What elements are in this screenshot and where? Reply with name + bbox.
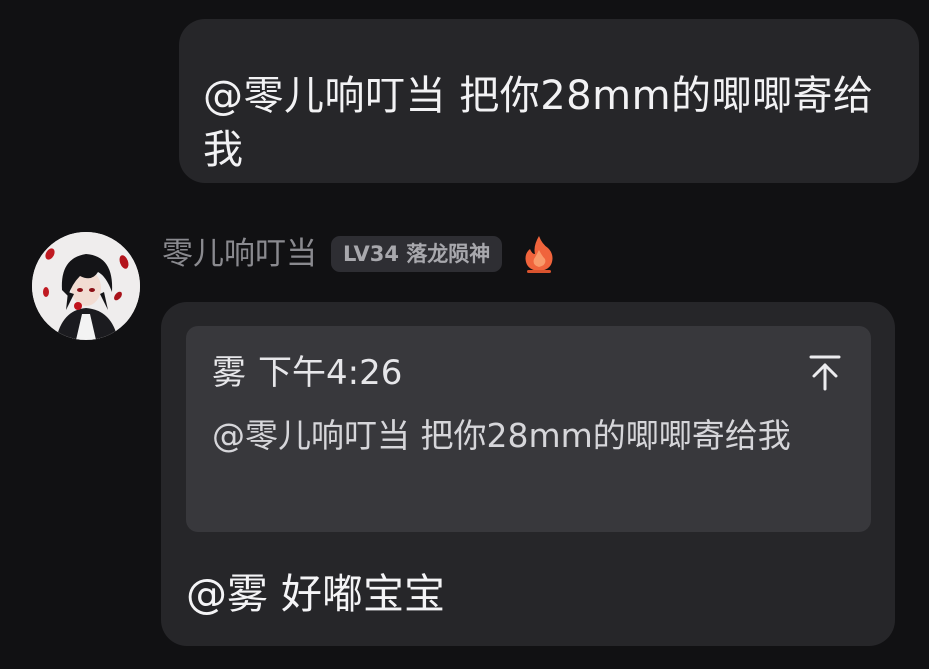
reply-text: @雾 好嘟宝宝	[186, 570, 446, 618]
jump-to-top-icon[interactable]	[808, 354, 842, 392]
quote-header: 雾下午4:26	[212, 350, 402, 396]
previous-message-text: @零儿响叮当 把你28mm的唧唧寄给我	[203, 73, 874, 173]
level-badge: LV34 落龙陨神	[331, 236, 503, 272]
previous-message-bubble[interactable]: @零儿响叮当 把你28mm的唧唧寄给我	[179, 19, 919, 183]
flame-icon	[522, 234, 556, 274]
reply-message-bubble[interactable]: 雾下午4:26 @零儿响叮当 把你28mm的唧唧寄给我 @雾 好嘟宝宝	[161, 302, 895, 646]
sender-name[interactable]: 零儿响叮当	[162, 232, 317, 276]
quote-author: 雾	[212, 353, 246, 393]
quoted-message[interactable]: 雾下午4:26 @零儿响叮当 把你28mm的唧唧寄给我	[186, 326, 871, 532]
quote-time: 下午4:26	[258, 353, 403, 393]
quote-text: @零儿响叮当 把你28mm的唧唧寄给我	[212, 416, 791, 455]
avatar-image	[32, 232, 140, 340]
avatar[interactable]	[32, 232, 140, 340]
